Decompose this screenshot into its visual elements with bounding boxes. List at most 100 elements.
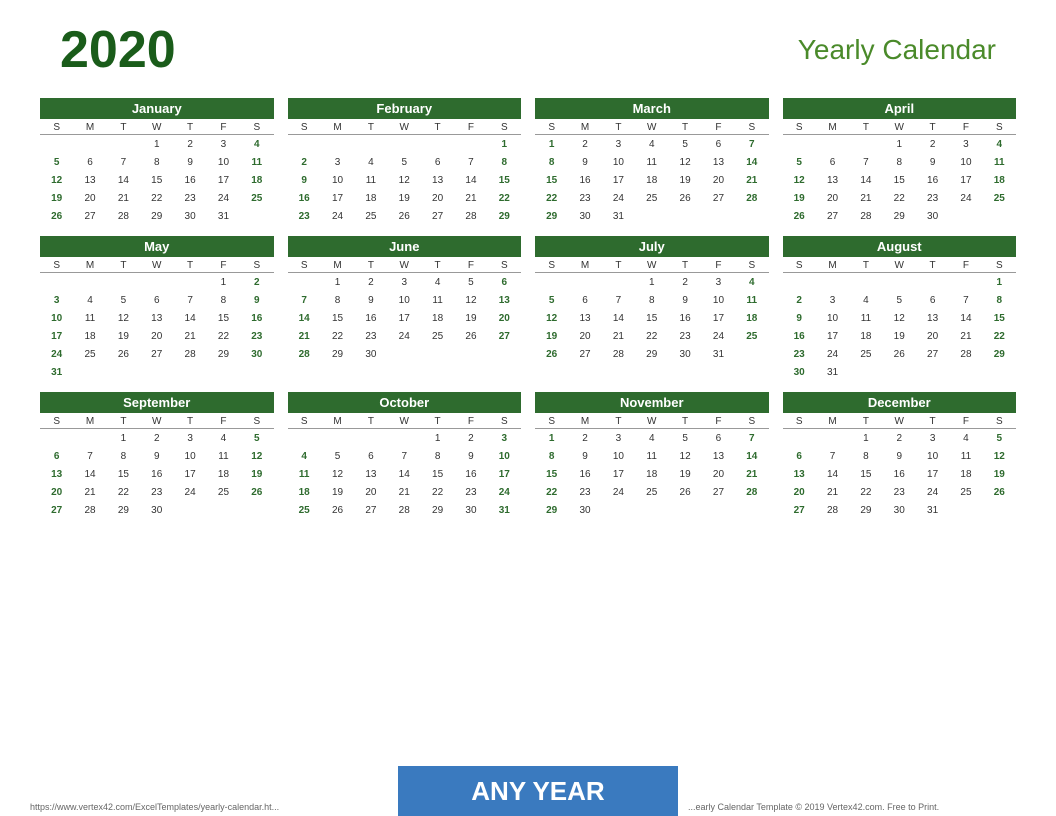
day-cell: 25 bbox=[849, 346, 882, 364]
day-cell bbox=[354, 430, 387, 448]
day-cell: 22 bbox=[421, 484, 454, 502]
day-cell: 7 bbox=[735, 430, 768, 448]
day-cell: 2 bbox=[916, 136, 949, 154]
day-cell: 2 bbox=[568, 430, 601, 448]
day-cell: 23 bbox=[916, 190, 949, 208]
day-cell: 6 bbox=[354, 448, 387, 466]
day-cell: 18 bbox=[73, 328, 106, 346]
day-header-s-0: S bbox=[288, 121, 321, 134]
days-grid: 1234567891011121314151617181920212223242… bbox=[535, 274, 769, 364]
day-cell: 5 bbox=[983, 430, 1016, 448]
day-cell: 15 bbox=[635, 310, 668, 328]
day-cell: 23 bbox=[240, 328, 273, 346]
day-cell: 8 bbox=[321, 292, 354, 310]
day-cell: 7 bbox=[454, 154, 487, 172]
day-cell bbox=[140, 274, 173, 292]
day-cell: 5 bbox=[388, 154, 421, 172]
day-cell: 23 bbox=[668, 328, 701, 346]
day-cell: 27 bbox=[421, 208, 454, 226]
day-cell bbox=[73, 274, 106, 292]
day-cell: 5 bbox=[535, 292, 568, 310]
day-header-t-2: T bbox=[602, 259, 635, 272]
day-header-f-5: F bbox=[949, 259, 982, 272]
day-cell: 4 bbox=[240, 136, 273, 154]
days-grid: 1234567891011121314151617181920212223242… bbox=[40, 136, 274, 226]
month-september: SeptemberSMTWTFS123456789101112131415161… bbox=[40, 392, 274, 520]
day-cell: 3 bbox=[388, 274, 421, 292]
day-cell: 28 bbox=[107, 208, 140, 226]
day-cell: 29 bbox=[849, 502, 882, 520]
day-cell: 20 bbox=[916, 328, 949, 346]
day-cell: 14 bbox=[735, 448, 768, 466]
day-header-s-0: S bbox=[783, 415, 816, 428]
day-cell: 3 bbox=[916, 430, 949, 448]
day-cell bbox=[107, 274, 140, 292]
day-cell: 10 bbox=[207, 154, 240, 172]
day-cell: 26 bbox=[983, 484, 1016, 502]
days-grid: 1234567891011121314151617181920212223242… bbox=[40, 430, 274, 520]
day-header-w-3: W bbox=[635, 415, 668, 428]
day-headers: SMTWTFS bbox=[783, 415, 1017, 429]
day-cell: 31 bbox=[207, 208, 240, 226]
day-cell: 1 bbox=[321, 274, 354, 292]
day-header-w-3: W bbox=[140, 415, 173, 428]
day-cell: 29 bbox=[207, 346, 240, 364]
day-cell: 6 bbox=[488, 274, 521, 292]
day-cell: 4 bbox=[354, 154, 387, 172]
day-cell: 18 bbox=[635, 466, 668, 484]
day-cell: 2 bbox=[783, 292, 816, 310]
day-cell: 11 bbox=[983, 154, 1016, 172]
day-cell: 4 bbox=[421, 274, 454, 292]
day-cell: 26 bbox=[107, 346, 140, 364]
month-july: JulySMTWTFS12345678910111213141516171819… bbox=[535, 236, 769, 382]
day-cell: 19 bbox=[454, 310, 487, 328]
day-cell bbox=[240, 502, 273, 520]
day-cell bbox=[783, 136, 816, 154]
day-header-s-0: S bbox=[783, 121, 816, 134]
day-cell: 21 bbox=[735, 172, 768, 190]
day-cell: 15 bbox=[107, 466, 140, 484]
day-cell: 30 bbox=[354, 346, 387, 364]
day-cell bbox=[288, 136, 321, 154]
day-cell: 10 bbox=[321, 172, 354, 190]
day-cell: 29 bbox=[488, 208, 521, 226]
day-cell: 26 bbox=[388, 208, 421, 226]
day-cell: 21 bbox=[816, 484, 849, 502]
day-cell bbox=[488, 346, 521, 364]
day-cell: 8 bbox=[983, 292, 1016, 310]
day-cell: 15 bbox=[207, 310, 240, 328]
day-cell: 20 bbox=[488, 310, 521, 328]
footer-banner[interactable]: ANY YEAR bbox=[398, 766, 678, 816]
day-header-w-3: W bbox=[388, 415, 421, 428]
day-header-w-3: W bbox=[635, 121, 668, 134]
day-cell: 2 bbox=[288, 154, 321, 172]
day-cell: 8 bbox=[635, 292, 668, 310]
day-cell: 13 bbox=[421, 172, 454, 190]
day-cell: 11 bbox=[949, 448, 982, 466]
day-cell: 18 bbox=[288, 484, 321, 502]
day-cell bbox=[702, 208, 735, 226]
page-header: 2020 Yearly Calendar bbox=[30, 20, 1026, 80]
day-cell: 31 bbox=[602, 208, 635, 226]
day-cell: 6 bbox=[140, 292, 173, 310]
day-cell: 16 bbox=[288, 190, 321, 208]
day-cell: 17 bbox=[702, 310, 735, 328]
month-header: May bbox=[40, 236, 274, 257]
day-cell: 8 bbox=[421, 448, 454, 466]
day-cell: 5 bbox=[240, 430, 273, 448]
day-cell: 8 bbox=[849, 448, 882, 466]
day-cell: 4 bbox=[983, 136, 1016, 154]
day-cell: 9 bbox=[354, 292, 387, 310]
day-cell: 7 bbox=[288, 292, 321, 310]
day-cell bbox=[602, 274, 635, 292]
day-header-m-1: M bbox=[568, 121, 601, 134]
day-header-w-3: W bbox=[388, 121, 421, 134]
month-header: September bbox=[40, 392, 274, 413]
day-cell bbox=[107, 364, 140, 382]
day-cell: 20 bbox=[73, 190, 106, 208]
days-grid: 1234567891011121314151617181920212223242… bbox=[783, 274, 1017, 382]
day-cell: 26 bbox=[40, 208, 73, 226]
day-cell: 19 bbox=[668, 172, 701, 190]
day-header-t-4: T bbox=[421, 415, 454, 428]
day-cell: 30 bbox=[454, 502, 487, 520]
